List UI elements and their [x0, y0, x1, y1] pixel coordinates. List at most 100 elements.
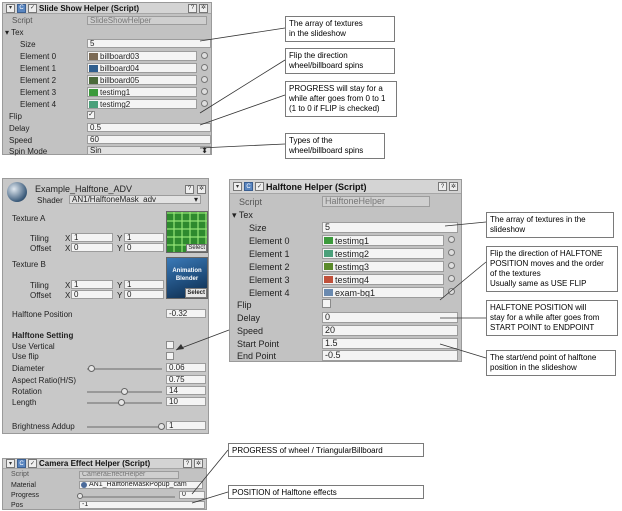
texture-object-field[interactable]: testimg2	[87, 99, 197, 109]
help-book-icon[interactable]: ?	[438, 182, 447, 191]
aspect-ratio-label: Aspect Ratio(H/S)	[12, 376, 77, 385]
material-gear-icon[interactable]: ✲	[197, 183, 206, 194]
object-picker-icon[interactable]	[201, 52, 208, 59]
pos-input[interactable]: -1	[79, 501, 205, 509]
size-input[interactable]: 5	[322, 222, 458, 233]
spin-mode-dropdown[interactable]: Sin ⬍	[87, 146, 211, 155]
brightness-slider-knob[interactable]	[158, 423, 165, 430]
length-slider-knob[interactable]	[118, 399, 126, 406]
texa-tiling-x[interactable]: 1	[71, 233, 113, 242]
texture-object-field[interactable]: billboard03	[87, 51, 197, 61]
delay-input[interactable]: 0	[322, 312, 458, 323]
texture-object-field[interactable]: billboard05	[87, 75, 197, 85]
gear-icon[interactable]: ✲	[449, 182, 458, 191]
note-line: slideshow	[490, 225, 526, 234]
tex-foldout[interactable]: ▾ Tex	[232, 210, 253, 221]
speed-input[interactable]: 20	[322, 325, 458, 336]
texture-object-field[interactable]: testimg1	[87, 87, 197, 97]
enabled-checkbox[interactable]: ✓	[28, 3, 37, 13]
speed-label: Speed	[9, 136, 33, 145]
object-picker-icon[interactable]	[448, 275, 455, 282]
end-point-input[interactable]: -0.5	[322, 350, 458, 361]
progress-slider-knob[interactable]	[77, 493, 83, 499]
script-field[interactable]: CameraEffectHelper	[79, 471, 179, 479]
length-input[interactable]: 10	[166, 397, 206, 406]
brightness-input[interactable]: 1	[166, 421, 206, 430]
gear-icon[interactable]: ✲	[194, 459, 203, 468]
use-flip-label: Use flip	[12, 352, 39, 361]
tex-foldout[interactable]: ▾ Tex	[5, 28, 24, 37]
object-picker-icon[interactable]	[201, 76, 208, 83]
texa-offset-y[interactable]: 0	[124, 243, 164, 252]
material-sphere-icon	[7, 182, 27, 202]
slideshow-header[interactable]: ▾ C ✓ Slide Show Helper (Script) ? ✲	[3, 3, 211, 14]
size-input[interactable]: 5	[87, 39, 211, 48]
material-sphere-icon	[81, 482, 87, 488]
value: -1	[82, 501, 89, 508]
texture-thumbnail-icon	[324, 250, 333, 257]
camera-header[interactable]: ▾ C ✓ Camera Effect Helper (Script) ? ✲	[3, 459, 206, 469]
texb-tiling-x[interactable]: 1	[71, 280, 113, 289]
delay-label: Delay	[237, 313, 261, 323]
use-flip-checkbox[interactable]	[166, 352, 174, 360]
object-picker-icon[interactable]	[448, 288, 455, 295]
halftone-position-input[interactable]: -0.32	[166, 309, 206, 318]
texture-object-field[interactable]: testimg3	[322, 261, 444, 272]
object-picker-icon[interactable]	[448, 249, 455, 256]
enabled-checkbox[interactable]: ✓	[255, 182, 264, 191]
diameter-slider-track[interactable]	[87, 368, 162, 370]
halftone-header[interactable]: ▾ C ✓ Halftone Helper (Script) ? ✲	[230, 180, 461, 194]
progress-input[interactable]: 0	[179, 491, 205, 499]
texture-object-field[interactable]: testimg2	[322, 248, 444, 259]
texture-a-select-button[interactable]: Select	[186, 244, 207, 252]
object-picker-icon[interactable]	[448, 262, 455, 269]
object-picker-icon[interactable]	[201, 88, 208, 95]
object-picker-icon[interactable]	[448, 236, 455, 243]
start-point-input[interactable]: 1.5	[322, 338, 458, 349]
help-book-icon[interactable]: ?	[183, 459, 192, 468]
note-textures-right: The array of textures in the slideshow	[486, 212, 614, 238]
value: 0	[182, 491, 186, 498]
progress-slider-track[interactable]	[81, 496, 175, 498]
flip-checkbox[interactable]	[322, 299, 331, 308]
flip-checkbox[interactable]: ✓	[87, 111, 95, 119]
rotation-input[interactable]: 14	[166, 386, 206, 395]
foldout-arrow-icon[interactable]: ▾	[6, 3, 15, 13]
delay-input[interactable]: 0.5	[87, 123, 211, 132]
aspect-ratio-input[interactable]: 0.75	[166, 375, 206, 384]
foldout-arrow-icon[interactable]: ▾	[6, 459, 15, 468]
start-point-value: 1.5	[325, 338, 338, 348]
speed-value: 20	[325, 325, 336, 335]
element-label: Element 0	[249, 236, 290, 246]
texture-b-select-button[interactable]: Select	[185, 288, 207, 298]
texa-tiling-y[interactable]: 1	[124, 233, 164, 242]
texture-object-field[interactable]: billboard04	[87, 63, 197, 73]
texture-object-field[interactable]: testimg4	[322, 274, 444, 285]
foldout-arrow-icon[interactable]: ▾	[233, 182, 242, 191]
texb-tiling-y[interactable]: 1	[124, 280, 164, 289]
texture-a-thumbnail[interactable]: Select	[166, 211, 208, 253]
diameter-slider-knob[interactable]	[87, 365, 95, 372]
speed-input[interactable]: 60	[87, 135, 211, 144]
texture-object-field[interactable]: testimg1	[322, 235, 444, 246]
texa-offset-x[interactable]: 0	[71, 243, 113, 252]
script-field[interactable]: SlideShowHelper	[87, 16, 207, 25]
shader-dropdown[interactable]: AN1/HalftoneMask_adv ▾	[69, 195, 201, 204]
brightness-slider-track[interactable]	[87, 426, 162, 428]
rotation-slider-knob[interactable]	[120, 388, 128, 395]
use-vertical-checkbox[interactable]	[166, 341, 174, 349]
texture-b-thumbnail[interactable]: Animation Blender Select	[166, 257, 208, 299]
diameter-input[interactable]: 0.06	[166, 363, 206, 372]
gear-icon[interactable]: ✲	[199, 3, 208, 13]
script-field[interactable]: HalftoneHelper	[322, 196, 430, 207]
texb-offset-y[interactable]: 0	[124, 290, 164, 299]
texture-object-field[interactable]: exam-bg1	[322, 287, 444, 298]
dropdown-arrow-icon: ▾	[193, 195, 198, 204]
help-book-icon[interactable]: ?	[188, 3, 197, 13]
object-picker-icon[interactable]	[201, 64, 208, 71]
enabled-checkbox[interactable]: ✓	[28, 459, 37, 468]
material-field[interactable]: AN1_HalftoneMaskPopup_cam	[79, 481, 203, 489]
material-help-icon[interactable]: ?	[185, 183, 194, 194]
texb-offset-x[interactable]: 0	[71, 290, 113, 299]
object-picker-icon[interactable]	[201, 100, 208, 107]
